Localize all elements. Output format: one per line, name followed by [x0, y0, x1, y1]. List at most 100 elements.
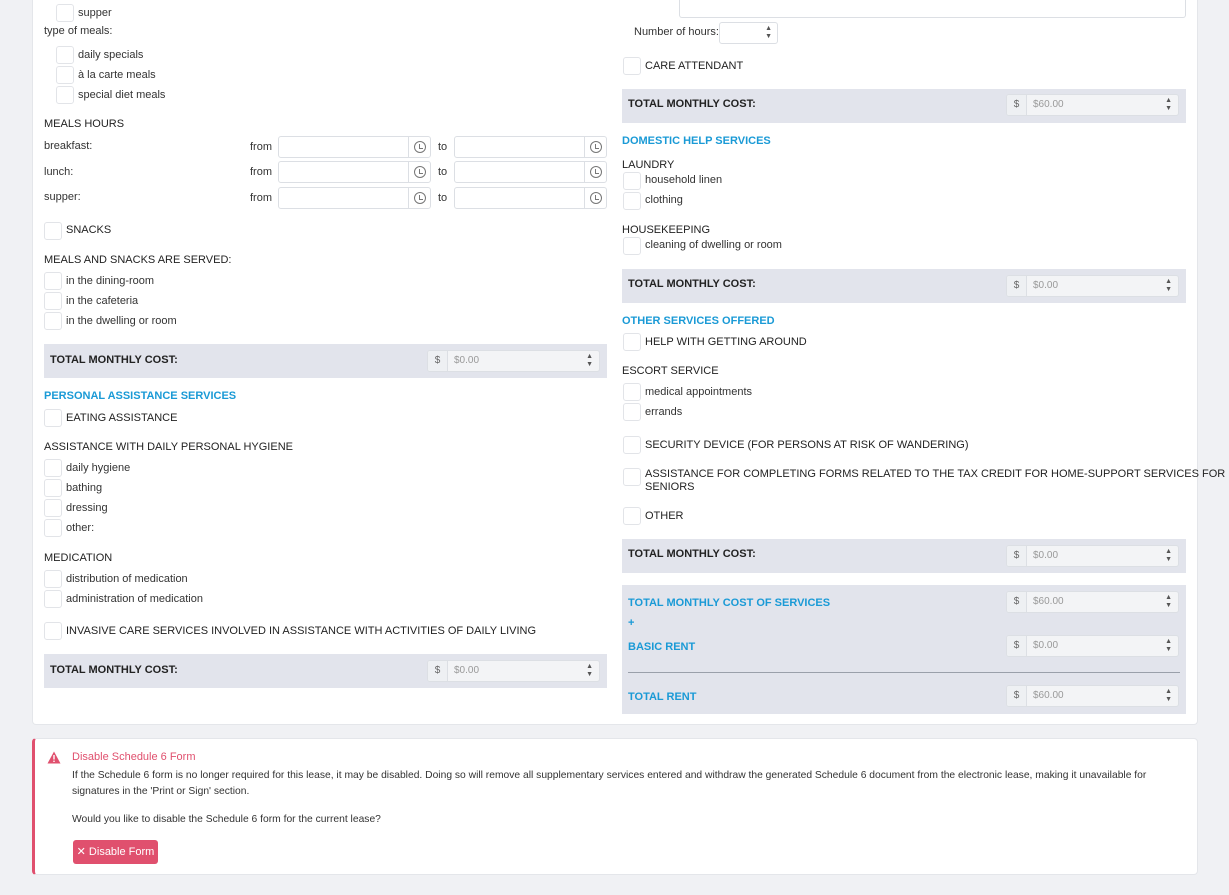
currency-symbol: $ [1007, 592, 1027, 612]
lunch-from-input[interactable] [278, 161, 431, 183]
spinner-icon[interactable]: ▲ ▼ [1165, 97, 1172, 113]
disable-form-button[interactable]: ✕ Disable Form [73, 840, 158, 864]
clock-icon[interactable] [408, 137, 430, 157]
currency-symbol: $ [1007, 546, 1027, 566]
spinner-icon[interactable]: ▲ ▼ [586, 663, 593, 679]
supper-checkbox[interactable] [56, 4, 74, 22]
tax-credit-label-line2: SENIORS [645, 481, 695, 493]
spinner-icon[interactable]: ▲ ▼ [586, 353, 593, 369]
dwelling-room-label: in the dwelling or room [66, 315, 177, 327]
total-monthly-cost-label: TOTAL MONTHLY COST: [628, 98, 756, 110]
money-value: $0.00 [1033, 640, 1059, 651]
currency-symbol: $ [428, 661, 448, 681]
lunch-label: lunch: [44, 166, 74, 178]
spinner-icon[interactable]: ▲ ▼ [1165, 278, 1172, 294]
distribution-medication-checkbox[interactable] [44, 570, 62, 588]
total-monthly-cost-personal-input[interactable]: $ $0.00 ▲ ▼ [427, 660, 600, 682]
schedule-6-form-card: supper type of meals: daily specials à l… [32, 0, 1225, 725]
errands-checkbox[interactable] [623, 403, 641, 421]
cafeteria-label: in the cafeteria [66, 295, 139, 307]
getting-around-checkbox[interactable] [623, 333, 641, 351]
total-services-label: TOTAL MONTHLY COST OF SERVICES [628, 597, 831, 609]
care-attendant-checkbox[interactable] [623, 57, 641, 75]
clock-icon[interactable] [584, 162, 606, 182]
breakfast-from-input[interactable] [278, 136, 431, 158]
other-hygiene-checkbox[interactable] [44, 519, 62, 537]
lunch-to-label: to [438, 166, 448, 178]
special-diet-checkbox[interactable] [56, 86, 74, 104]
money-value: $60.00 [1033, 596, 1064, 607]
cafeteria-checkbox[interactable] [44, 292, 62, 310]
escort-title: ESCORT SERVICE [622, 365, 719, 377]
lunch-to-input[interactable] [454, 161, 607, 183]
administration-medication-checkbox[interactable] [44, 590, 62, 608]
daily-hygiene-checkbox[interactable] [44, 459, 62, 477]
cleaning-checkbox[interactable] [623, 237, 641, 255]
spinner-icon[interactable]: ▲ ▼ [1165, 548, 1172, 564]
domestic-help-title: DOMESTIC HELP SERVICES [622, 135, 771, 147]
number-of-hours-label: Number of hours: [634, 26, 719, 38]
clock-icon[interactable] [408, 188, 430, 208]
top-text-input[interactable] [679, 0, 1186, 18]
supper-to-input[interactable] [454, 187, 607, 209]
basic-rent-input[interactable]: $ $0.00 ▲ ▼ [1006, 635, 1179, 657]
household-linen-checkbox[interactable] [623, 172, 641, 190]
total-monthly-cost-other-input[interactable]: $ $0.00 ▲ ▼ [1006, 545, 1179, 567]
total-monthly-cost-care-input[interactable]: $ $60.00 ▲ ▼ [1006, 94, 1179, 116]
dressing-checkbox[interactable] [44, 499, 62, 517]
breakfast-from-label: from [250, 141, 272, 153]
spinner-icon[interactable]: ▲ ▼ [1165, 594, 1172, 610]
dining-room-label: in the dining-room [66, 275, 155, 287]
administration-medication-label: administration of medication [66, 593, 203, 605]
spinner-icon[interactable]: ▲ ▼ [765, 25, 772, 41]
total-monthly-cost-label: TOTAL MONTHLY COST: [50, 664, 178, 676]
total-monthly-cost-label: TOTAL MONTHLY COST: [50, 354, 178, 366]
clock-icon[interactable] [584, 188, 606, 208]
total-rent-input[interactable]: $ $60.00 ▲ ▼ [1006, 685, 1179, 707]
clock-icon[interactable] [584, 137, 606, 157]
security-device-label: SECURITY DEVICE (FOR PERSONS AT RISK OF … [645, 439, 969, 451]
number-of-hours-input[interactable]: ▲ ▼ [719, 22, 778, 44]
eating-assistance-checkbox[interactable] [44, 409, 62, 427]
security-device-checkbox[interactable] [623, 436, 641, 454]
clothing-checkbox[interactable] [623, 192, 641, 210]
warning-icon [47, 751, 61, 764]
invasive-care-checkbox[interactable] [44, 622, 62, 640]
daily-specials-checkbox[interactable] [56, 46, 74, 64]
total-services-input[interactable]: $ $60.00 ▲ ▼ [1006, 591, 1179, 613]
breakfast-to-input[interactable] [454, 136, 607, 158]
hygiene-title: ASSISTANCE WITH DAILY PERSONAL HYGIENE [44, 441, 293, 453]
other-services-title: OTHER SERVICES OFFERED [622, 315, 775, 327]
currency-symbol: $ [1007, 686, 1027, 706]
tax-credit-checkbox[interactable] [623, 468, 641, 486]
supper-label: supper [78, 7, 112, 19]
breakfast-to-label: to [438, 141, 448, 153]
total-monthly-cost-meals-input[interactable]: $ $0.00 ▲ ▼ [427, 350, 600, 372]
served-title: MEALS AND SNACKS ARE SERVED: [44, 254, 232, 266]
medical-appointments-checkbox[interactable] [623, 383, 641, 401]
bathing-checkbox[interactable] [44, 479, 62, 497]
spinner-icon[interactable]: ▲ ▼ [1165, 638, 1172, 654]
other-service-checkbox[interactable] [623, 507, 641, 525]
spinner-icon[interactable]: ▲ ▼ [1165, 688, 1172, 704]
total-monthly-cost-label: TOTAL MONTHLY COST: [628, 278, 756, 290]
tax-credit-label-line1: ASSISTANCE FOR COMPLETING FORMS RELATED … [645, 468, 1226, 480]
total-monthly-cost-domestic: TOTAL MONTHLY COST: $ $0.00 ▲ ▼ [622, 269, 1186, 303]
currency-symbol: $ [1007, 95, 1027, 115]
total-monthly-cost-domestic-input[interactable]: $ $0.00 ▲ ▼ [1006, 275, 1179, 297]
currency-symbol: $ [1007, 636, 1027, 656]
summary-divider [628, 672, 1180, 673]
household-linen-label: household linen [645, 174, 723, 186]
money-value: $60.00 [1033, 690, 1064, 701]
errands-label: errands [645, 406, 683, 418]
money-value: $60.00 [1033, 99, 1064, 110]
dining-room-checkbox[interactable] [44, 272, 62, 290]
total-monthly-cost-personal: TOTAL MONTHLY COST: $ $0.00 ▲ ▼ [44, 654, 607, 688]
supper-from-input[interactable] [278, 187, 431, 209]
a-la-carte-checkbox[interactable] [56, 66, 74, 84]
dwelling-room-checkbox[interactable] [44, 312, 62, 330]
money-value: $0.00 [454, 355, 480, 366]
snacks-checkbox[interactable] [44, 222, 62, 240]
clock-icon[interactable] [408, 162, 430, 182]
breakfast-label: breakfast: [44, 140, 93, 152]
